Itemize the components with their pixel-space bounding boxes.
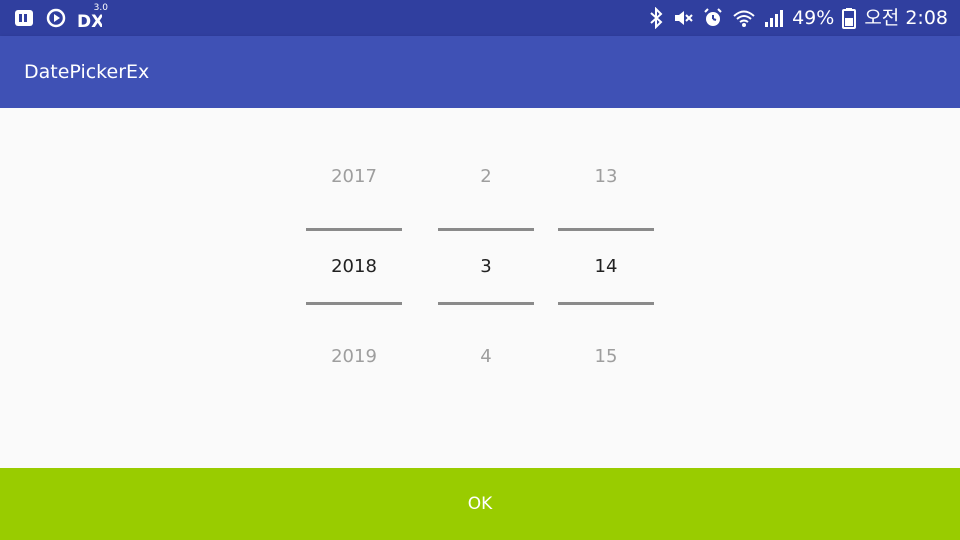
year-next[interactable]: 2019 xyxy=(306,345,402,369)
day-bottom-divider xyxy=(558,302,654,305)
year-bottom-divider xyxy=(306,302,402,305)
battery-percent: 49% xyxy=(792,6,835,29)
app-notification-icon xyxy=(12,6,36,30)
day-prev[interactable]: 13 xyxy=(558,165,654,189)
year-prev[interactable]: 2017 xyxy=(306,165,402,189)
month-prev[interactable]: 2 xyxy=(438,165,534,189)
ok-button-label: OK xyxy=(467,494,493,514)
day-spinner[interactable]: 13 14 15 xyxy=(558,108,654,468)
day-next[interactable]: 15 xyxy=(558,345,654,369)
month-next[interactable]: 4 xyxy=(438,345,534,369)
year-selected[interactable]: 2018 xyxy=(306,255,402,279)
battery-icon xyxy=(842,7,857,29)
clock: 오전 2:08 xyxy=(864,6,948,29)
month-selected[interactable]: 3 xyxy=(438,255,534,279)
wifi-icon xyxy=(732,7,756,29)
status-bar: DX 3.0 49% 오전 2:08 xyxy=(0,0,960,36)
app-title: DatePickerEx xyxy=(24,61,150,83)
alarm-icon xyxy=(702,7,724,29)
ok-button[interactable]: OK xyxy=(0,468,960,540)
status-bar-left: DX 3.0 xyxy=(12,3,108,30)
month-top-divider xyxy=(438,228,534,231)
play-icon xyxy=(44,6,68,30)
status-bar-right: 49% 오전 2:08 xyxy=(648,7,948,29)
mute-icon xyxy=(672,7,694,29)
app-bar: DatePickerEx xyxy=(0,36,960,108)
year-spinner[interactable]: 2017 2018 2019 xyxy=(306,108,402,468)
year-top-divider xyxy=(306,228,402,231)
dx-icon: DX 3.0 xyxy=(76,3,108,30)
bluetooth-icon xyxy=(648,7,664,29)
day-selected[interactable]: 14 xyxy=(558,255,654,279)
month-bottom-divider xyxy=(438,302,534,305)
signal-icon xyxy=(764,7,784,29)
date-picker: 2017 2018 2019 2 3 4 13 14 15 xyxy=(0,108,960,468)
dx-badge: 3.0 xyxy=(93,3,108,13)
month-spinner[interactable]: 2 3 4 xyxy=(438,108,534,468)
day-top-divider xyxy=(558,228,654,231)
svg-text:DX: DX xyxy=(77,12,102,30)
